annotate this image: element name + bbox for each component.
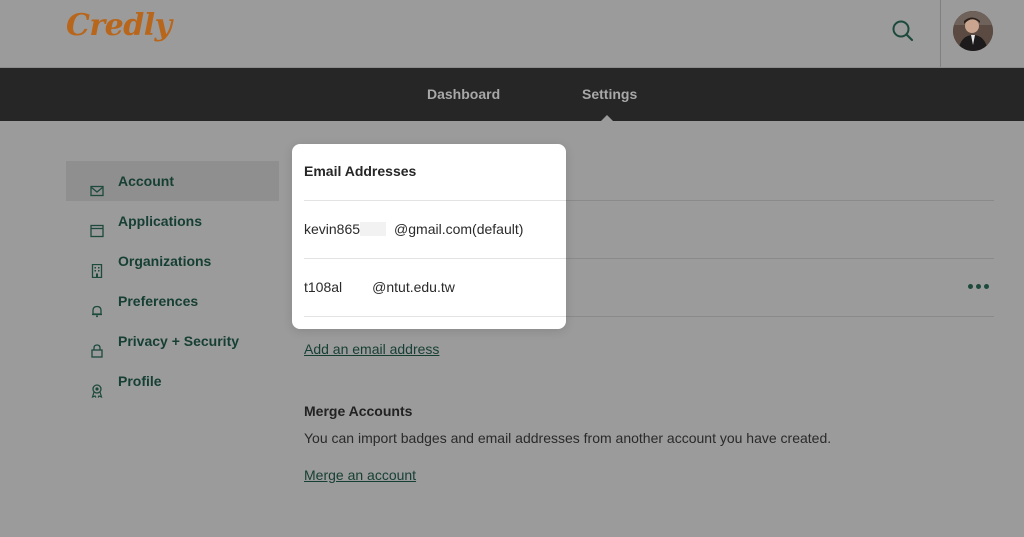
search-icon[interactable] (890, 18, 916, 44)
email-addresses-card: Email Addresses kevin865 @gmail.com(defau… (292, 144, 566, 329)
browser-window-icon (90, 213, 104, 238)
envelope-icon (90, 173, 104, 197)
lock-icon (90, 333, 104, 358)
profile-badge-icon (90, 373, 104, 399)
sidebar-item-profile[interactable]: Profile (66, 361, 279, 401)
sidebar-item-label: Account (118, 173, 174, 189)
card-divider (304, 316, 566, 317)
building-icon (90, 253, 104, 279)
email-prefix: t108al (304, 279, 343, 295)
sidebar-item-label: Privacy + Security (118, 333, 240, 349)
sidebar-item-privacy-security[interactable]: Privacy + Security (66, 321, 279, 361)
redacted-block (342, 280, 373, 294)
nav-settings[interactable]: Settings (582, 68, 637, 121)
email-row-default[interactable]: kevin865 @gmail.com(default) (304, 221, 523, 237)
nav-dashboard[interactable]: Dashboard (427, 68, 500, 121)
sidebar-item-label: Applications (118, 213, 203, 229)
sidebar-item-organizations[interactable]: Organizations (66, 241, 279, 281)
user-avatar[interactable] (953, 11, 993, 51)
email-prefix: kevin865 (304, 221, 361, 237)
credly-logo[interactable]: Credly (66, 8, 172, 43)
header-divider (940, 0, 941, 67)
merge-account-link[interactable]: Merge an account (304, 467, 416, 483)
card-divider (304, 258, 566, 259)
redacted-block (360, 222, 387, 236)
sidebar-item-account[interactable]: Account (66, 161, 279, 201)
email-domain: @ntut.edu.tw (372, 279, 455, 295)
top-header: Credly (0, 0, 1024, 68)
main-navigation: Dashboard Settings (0, 68, 1024, 121)
sidebar-item-preferences[interactable]: Preferences (66, 281, 279, 321)
email-domain: @gmail.com(default) (394, 221, 524, 237)
nav-active-caret (600, 115, 614, 122)
sidebar-item-label: Preferences (118, 293, 199, 309)
add-email-link[interactable]: Add an email address (304, 341, 439, 357)
card-divider (304, 200, 566, 201)
merge-accounts-heading: Merge Accounts (304, 403, 413, 419)
sidebar-item-applications[interactable]: Applications (66, 201, 279, 241)
merge-accounts-description: You can import badges and email addresse… (304, 430, 832, 446)
sidebar-item-label: Organizations (118, 253, 212, 269)
more-options-icon[interactable] (966, 279, 992, 295)
settings-sidebar: Account Applications Organizations Prefe… (66, 161, 279, 401)
email-addresses-title: Email Addresses (304, 163, 417, 179)
email-row-secondary[interactable]: t108al @ntut.edu.tw (304, 279, 455, 295)
sidebar-item-label: Profile (118, 373, 162, 389)
bell-icon (90, 293, 104, 318)
